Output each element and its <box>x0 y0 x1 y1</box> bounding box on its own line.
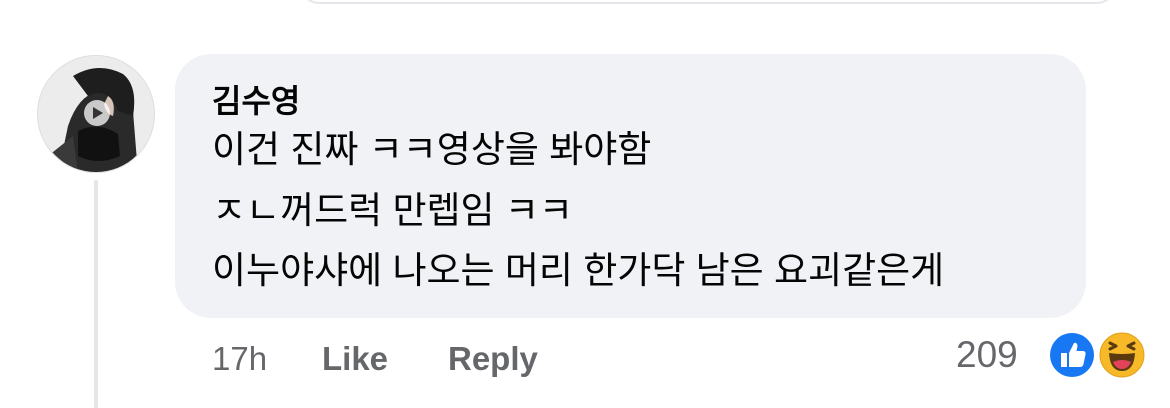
previous-comment-input[interactable] <box>298 0 1118 4</box>
like-reaction-icon <box>1048 331 1096 379</box>
like-button[interactable]: Like <box>322 338 388 380</box>
reactions-summary[interactable] <box>1048 331 1148 383</box>
comment-text-line: ㅈㄴ꺼드럭 만렙임 ㅋㅋ <box>212 190 573 231</box>
haha-reaction-icon <box>1098 331 1146 379</box>
comment-author[interactable]: 김수영 <box>212 81 300 121</box>
comment-text-line: 이건 진짜 ㅋㅋ영상을 봐야함 <box>212 129 652 170</box>
reply-button[interactable]: Reply <box>448 338 538 380</box>
avatar-image <box>38 56 154 172</box>
comment-text-line: 이누야샤에 나오는 머리 한가닥 남은 요괴같은게 <box>212 250 945 291</box>
comment-bubble: 김수영 이건 진짜 ㅋㅋ영상을 봐야함 ㅈㄴ꺼드럭 만렙임 ㅋㅋ 이누야샤에 나… <box>175 54 1086 318</box>
comment-thread: 김수영 이건 진짜 ㅋㅋ영상을 봐야함 ㅈㄴ꺼드럭 만렙임 ㅋㅋ 이누야샤에 나… <box>0 0 1170 408</box>
comment-actions: 17h Like Reply 209 <box>0 331 1170 384</box>
comment-timestamp[interactable]: 17h <box>212 338 267 380</box>
avatar[interactable] <box>37 55 155 173</box>
reaction-count[interactable]: 209 <box>956 334 1018 376</box>
